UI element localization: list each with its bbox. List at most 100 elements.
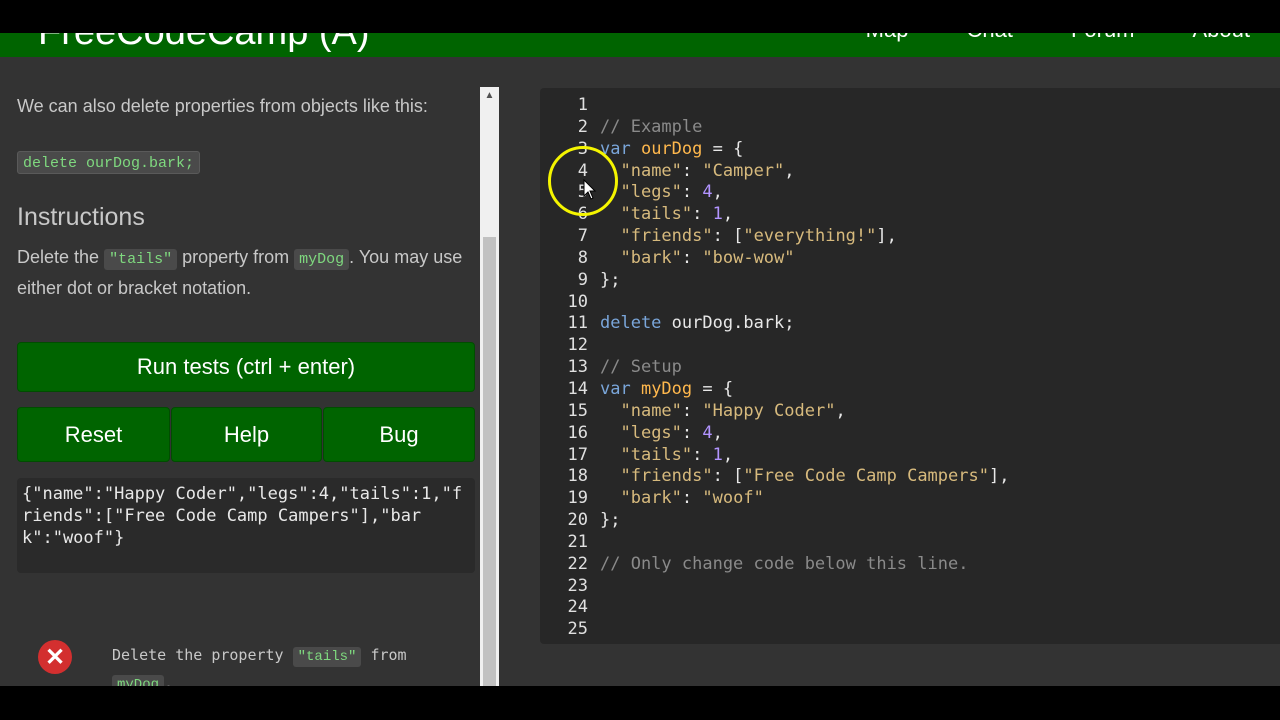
code-line[interactable]: 24 xyxy=(540,597,1280,619)
line-content[interactable]: "bark": "woof" xyxy=(588,488,764,510)
code-line[interactable]: 9}; xyxy=(540,270,1280,292)
code-token: "friends" xyxy=(620,226,713,247)
code-line[interactable]: 17 "tails": 1, xyxy=(540,445,1280,467)
nav-link-chat[interactable]: Chat xyxy=(966,33,1012,43)
code-token: // Setup xyxy=(600,357,682,378)
code-token: var xyxy=(600,378,641,399)
code-lines[interactable]: 1 2// Example 3 var ourDog = {4 "name": "Ca… xyxy=(540,95,1280,641)
line-number: 15 xyxy=(567,400,588,421)
code-line[interactable]: 6 "tails": 1, xyxy=(540,204,1280,226)
code-line[interactable]: 21 xyxy=(540,532,1280,554)
code-token: delete xyxy=(600,313,672,334)
arrow-up-icon[interactable]: ▲ xyxy=(480,87,499,105)
run-tests-button[interactable]: Run tests (ctrl + enter) xyxy=(17,342,475,392)
navbar: FreeCodeCamp (A) Map Chat Forum About xyxy=(0,33,1280,57)
code-token: "tails" xyxy=(620,444,693,465)
code-token: bark xyxy=(743,313,785,334)
line-content[interactable] xyxy=(588,619,600,641)
code-token: , xyxy=(784,160,795,181)
line-content[interactable]: "tails": 1, xyxy=(588,204,733,226)
code-line[interactable]: 15 "name": "Happy Coder", xyxy=(540,401,1280,423)
code-line[interactable]: 25 xyxy=(540,619,1280,641)
code-line[interactable]: 11 delete ourDog.bark; xyxy=(540,313,1280,335)
code-editor[interactable]: 1 2// Example 3 var ourDog = {4 "name": "Ca… xyxy=(540,88,1280,644)
line-number: 24 xyxy=(567,597,588,618)
nav-link-map[interactable]: Map xyxy=(866,33,909,43)
code-token: 1 xyxy=(712,444,723,465)
output-console: {"name":"Happy Coder","legs":4,"tails":1… xyxy=(17,478,475,573)
window-top-bar xyxy=(0,0,1280,33)
code-line[interactable]: 2 // Example xyxy=(540,117,1280,139)
code-line[interactable]: 13 // Setup xyxy=(540,357,1280,379)
code-token: }; xyxy=(600,510,621,531)
line-content[interactable] xyxy=(588,335,600,357)
code-token: , xyxy=(722,444,734,465)
code-token: 4 xyxy=(702,182,713,203)
scrollbar-thumb[interactable] xyxy=(483,237,496,686)
line-content[interactable]: // Setup xyxy=(588,357,682,379)
line-content[interactable]: // Only change code below this line. xyxy=(588,554,968,576)
bug-button[interactable]: Bug xyxy=(323,407,475,462)
reset-button[interactable]: Reset xyxy=(17,407,170,462)
code-line[interactable]: 1 xyxy=(540,95,1280,117)
nav-link-forum[interactable]: Forum xyxy=(1071,33,1135,43)
code-token: "bark" xyxy=(620,247,682,268)
line-number: 3 xyxy=(577,138,588,159)
line-content[interactable] xyxy=(588,597,600,619)
main-area: We can also delete properties from objec… xyxy=(0,57,1280,686)
challenge-description: We can also delete properties from objec… xyxy=(17,96,428,116)
line-content[interactable] xyxy=(588,532,600,554)
line-content[interactable]: }; xyxy=(588,270,620,292)
line-content[interactable]: }; xyxy=(588,510,620,532)
code-line[interactable]: 23 xyxy=(540,576,1280,598)
code-line[interactable]: 7 "friends": ["everything!"], xyxy=(540,226,1280,248)
code-line[interactable]: 22 // Only change code below this line. xyxy=(540,554,1280,576)
help-button[interactable]: Help xyxy=(171,407,322,462)
line-content[interactable]: "legs": 4, xyxy=(588,182,722,204)
code-line[interactable]: 4 "name": "Camper", xyxy=(540,161,1280,183)
line-content[interactable] xyxy=(588,576,600,598)
code-token: , xyxy=(722,204,734,225)
window-bottom-bar xyxy=(0,686,1280,720)
line-content[interactable]: "legs": 4, xyxy=(588,422,722,445)
line-content[interactable]: // Example xyxy=(588,117,702,139)
line-content[interactable]: "friends": ["everything!"], xyxy=(588,226,896,248)
code-line[interactable]: 8 "bark": "bow-wow" xyxy=(540,248,1280,270)
line-content[interactable] xyxy=(588,292,600,314)
code-token: "legs" xyxy=(620,422,682,443)
instructions-code-mydog: myDog xyxy=(294,249,350,270)
code-line[interactable]: 5 "legs": 4, xyxy=(540,182,1280,204)
code-line[interactable]: 14 var myDog = { xyxy=(540,379,1280,401)
line-content[interactable]: "tails": 1, xyxy=(588,445,733,467)
code-token: 4 xyxy=(702,422,713,443)
code-line[interactable]: 18 "friends": ["Free Code Camp Campers"]… xyxy=(540,466,1280,488)
line-content[interactable]: "name": "Camper", xyxy=(588,160,795,183)
code-line[interactable]: 10 xyxy=(540,292,1280,314)
code-token: : xyxy=(681,160,703,181)
line-content[interactable]: var ourDog = { xyxy=(588,139,743,161)
line-number: 8 xyxy=(577,247,588,268)
code-line[interactable]: 20}; xyxy=(540,510,1280,532)
line-content[interactable]: "friends": ["Free Code Camp Campers"], xyxy=(588,466,1009,488)
code-token: "woof" xyxy=(702,488,764,509)
instructions-text-part: property from xyxy=(177,247,295,267)
code-token: : [ xyxy=(712,466,744,487)
line-content[interactable] xyxy=(588,95,600,117)
line-content[interactable]: var myDog = { xyxy=(588,379,733,401)
code-line[interactable]: 12 xyxy=(540,335,1280,357)
nav-link-about[interactable]: About xyxy=(1193,33,1251,43)
code-token: ourDog xyxy=(640,138,703,159)
code-line[interactable]: 16 "legs": 4, xyxy=(540,423,1280,445)
brand-logo[interactable]: FreeCodeCamp (A) xyxy=(38,33,370,54)
line-content[interactable]: "bark": "bow-wow" xyxy=(588,247,794,270)
line-content[interactable]: "name": "Happy Coder", xyxy=(588,401,845,423)
line-content[interactable]: delete ourDog.bark; xyxy=(588,313,795,335)
instructions-text-part: Delete the xyxy=(17,247,105,267)
left-panel-scrollbar[interactable]: ▲ xyxy=(480,87,499,686)
line-number: 14 xyxy=(567,378,588,399)
line-number: 9 xyxy=(577,269,588,290)
code-line[interactable]: 19 "bark": "woof" xyxy=(540,488,1280,510)
code-line[interactable]: 3 var ourDog = { xyxy=(540,139,1280,161)
